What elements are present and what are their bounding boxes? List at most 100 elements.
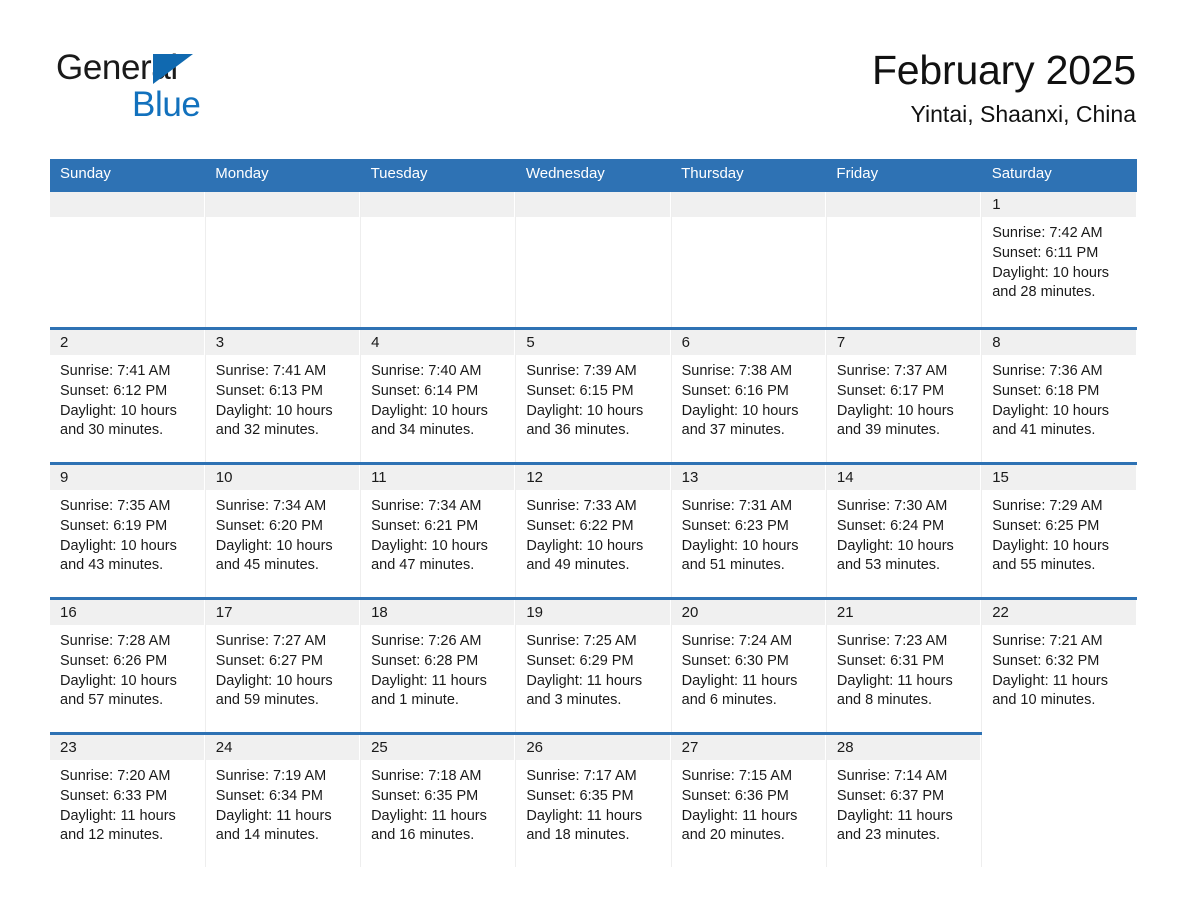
day-number: 10	[205, 465, 361, 490]
daylight-text: Daylight: 10 hours and 30 minutes.	[60, 402, 177, 439]
day-cell-20[interactable]: 20 Sunrise: 7:24 AM Sunset: 6:30 PM Dayligh…	[670, 597, 827, 734]
weekday-header-saturday: Saturday	[981, 159, 1137, 191]
daylight-text: Daylight: 10 hours and 51 minutes.	[681, 537, 799, 574]
sunset-text: Sunset: 6:23 PM	[681, 517, 789, 534]
day-cell-5[interactable]: 5 Sunrise: 7:39 AM Sunset: 6:15 PM Daylight…	[515, 327, 672, 464]
day-cell-15[interactable]: 15 Sunrise: 7:29 AM Sunset: 6:25 PM Dayligh…	[981, 462, 1137, 599]
day-cell-23[interactable]: 23 Sunrise: 7:20 AM Sunset: 6:33 PM Dayligh…	[50, 732, 206, 867]
sunrise-text: Sunrise: 7:24 AM	[681, 633, 793, 649]
day-number: 26	[516, 735, 671, 760]
day-cell-4[interactable]: 4 Sunrise: 7:40 AM Sunset: 6:14 PM Daylight…	[360, 327, 516, 464]
day-cell-17[interactable]: 17 Sunrise: 7:27 AM Sunset: 6:27 PM Dayligh…	[204, 597, 361, 734]
sunrise-text: Sunrise: 7:26 AM	[371, 633, 482, 649]
day-number: 25	[361, 735, 516, 760]
sunrise-text: Sunrise: 7:21 AM	[992, 633, 1103, 649]
day-number: 15	[982, 465, 1137, 490]
day-cell-empty	[204, 189, 361, 329]
day-cell-22[interactable]: 22 Sunrise: 7:21 AM Sunset: 6:32 PM Dayligh…	[981, 597, 1137, 734]
daylight-text: Daylight: 11 hours and 16 minutes.	[371, 807, 487, 844]
day-number	[516, 192, 671, 217]
day-number	[826, 192, 982, 217]
sunrise-text: Sunrise: 7:39 AM	[526, 363, 637, 379]
day-details: Sunrise: 7:28 AM Sunset: 6:26 PM Daylight:…	[50, 625, 205, 711]
daylight-text: Daylight: 10 hours and 45 minutes.	[215, 537, 333, 574]
daylight-text: Daylight: 10 hours and 36 minutes.	[526, 402, 644, 439]
sunrise-text: Sunrise: 7:25 AM	[526, 633, 637, 649]
sunrise-text: Sunrise: 7:31 AM	[681, 498, 793, 514]
sunset-text: Sunset: 6:21 PM	[371, 517, 479, 534]
sunset-text: Sunset: 6:34 PM	[215, 787, 323, 804]
day-details: Sunrise: 7:41 AM Sunset: 6:13 PM Daylight:…	[206, 355, 360, 441]
daylight-text: Daylight: 11 hours and 1 minute.	[371, 672, 487, 709]
day-details: Sunrise: 7:30 AM Sunset: 6:24 PM Daylight:…	[827, 490, 981, 576]
weekday-header-sunday: Sunday	[50, 159, 206, 191]
day-cell-13[interactable]: 13 Sunrise: 7:31 AM Sunset: 6:23 PM Dayligh…	[670, 462, 827, 599]
sunrise-text: Sunrise: 7:17 AM	[526, 768, 637, 784]
day-cell-7[interactable]: 7 Sunrise: 7:37 AM Sunset: 6:17 PM Daylight…	[825, 327, 982, 464]
sunrise-text: Sunrise: 7:34 AM	[215, 498, 327, 514]
day-number: 20	[671, 600, 826, 625]
day-details: Sunrise: 7:34 AM Sunset: 6:20 PM Daylight:…	[206, 490, 360, 576]
day-number	[205, 192, 361, 217]
day-cell-24[interactable]: 24 Sunrise: 7:19 AM Sunset: 6:34 PM Dayligh…	[204, 732, 361, 867]
sunrise-text: Sunrise: 7:40 AM	[371, 363, 482, 379]
day-cell-28[interactable]: 28 Sunrise: 7:14 AM Sunset: 6:37 PM Dayligh…	[825, 732, 982, 867]
sunset-text: Sunset: 6:19 PM	[60, 517, 168, 534]
day-number	[671, 192, 826, 217]
sunset-text: Sunset: 6:31 PM	[836, 652, 945, 669]
daylight-text: Daylight: 11 hours and 6 minutes.	[681, 672, 798, 709]
daylight-text: Daylight: 10 hours and 34 minutes.	[371, 402, 488, 439]
sunset-text: Sunset: 6:17 PM	[836, 382, 945, 399]
daylight-text: Daylight: 10 hours and 43 minutes.	[60, 537, 177, 574]
sunrise-text: Sunrise: 7:36 AM	[992, 363, 1103, 379]
day-cell-18[interactable]: 18 Sunrise: 7:26 AM Sunset: 6:28 PM Dayligh…	[360, 597, 516, 734]
day-cell-1[interactable]: 1 Sunrise: 7:42 AM Sunset: 6:11 PM Daylight…	[981, 189, 1137, 329]
sunset-text: Sunset: 6:20 PM	[215, 517, 323, 534]
logo-text-general: General	[56, 50, 200, 85]
day-cell-12[interactable]: 12 Sunrise: 7:33 AM Sunset: 6:22 PM Dayligh…	[515, 462, 672, 599]
title-block: February 2025 Yintai, Shaanxi, China	[872, 48, 1136, 128]
day-details: Sunrise: 7:19 AM Sunset: 6:34 PM Daylight:…	[206, 760, 360, 846]
day-details: Sunrise: 7:17 AM Sunset: 6:35 PM Daylight:…	[516, 760, 670, 846]
day-cell-2[interactable]: 2 Sunrise: 7:41 AM Sunset: 6:12 PM Daylight…	[50, 327, 206, 464]
day-cell-21[interactable]: 21 Sunrise: 7:23 AM Sunset: 6:31 PM Dayligh…	[825, 597, 982, 734]
day-cell-6[interactable]: 6 Sunrise: 7:38 AM Sunset: 6:16 PM Daylight…	[670, 327, 827, 464]
sunrise-text: Sunrise: 7:35 AM	[60, 498, 171, 514]
daylight-text: Daylight: 11 hours and 23 minutes.	[836, 807, 953, 844]
calendar-week-row: 2 Sunrise: 7:41 AM Sunset: 6:12 PM Daylight…	[50, 327, 1137, 464]
page-header: General Blue February 2025 Yintai, Shaan…	[0, 0, 1188, 127]
sunrise-text: Sunrise: 7:38 AM	[681, 363, 793, 379]
daylight-text: Daylight: 11 hours and 20 minutes.	[681, 807, 798, 844]
day-cell-16[interactable]: 16 Sunrise: 7:28 AM Sunset: 6:26 PM Dayligh…	[50, 597, 206, 734]
day-number: 23	[50, 735, 205, 760]
day-cell-9[interactable]: 9 Sunrise: 7:35 AM Sunset: 6:19 PM Daylight…	[50, 462, 206, 599]
day-cell-8[interactable]: 8 Sunrise: 7:36 AM Sunset: 6:18 PM Daylight…	[981, 327, 1137, 464]
sunset-text: Sunset: 6:35 PM	[526, 787, 634, 804]
calendar-week-row: 16 Sunrise: 7:28 AM Sunset: 6:26 PM Dayligh…	[50, 597, 1137, 734]
sunset-text: Sunset: 6:29 PM	[526, 652, 634, 669]
sunrise-text: Sunrise: 7:23 AM	[836, 633, 948, 649]
day-details: Sunrise: 7:18 AM Sunset: 6:35 PM Daylight:…	[361, 760, 515, 846]
sunrise-text: Sunrise: 7:27 AM	[215, 633, 327, 649]
page-subtitle: Yintai, Shaanxi, China	[910, 101, 1136, 128]
sunset-text: Sunset: 6:12 PM	[60, 382, 168, 399]
day-number: 5	[516, 330, 671, 355]
day-cell-11[interactable]: 11 Sunrise: 7:34 AM Sunset: 6:21 PM Dayligh…	[360, 462, 516, 599]
day-cell-26[interactable]: 26 Sunrise: 7:17 AM Sunset: 6:35 PM Dayligh…	[515, 732, 672, 867]
day-number	[361, 192, 516, 217]
day-details: Sunrise: 7:27 AM Sunset: 6:27 PM Daylight:…	[206, 625, 360, 711]
day-cell-blank	[981, 733, 1137, 867]
daylight-text: Daylight: 10 hours and 53 minutes.	[836, 537, 954, 574]
sunrise-text: Sunrise: 7:33 AM	[526, 498, 637, 514]
day-cell-19[interactable]: 19 Sunrise: 7:25 AM Sunset: 6:29 PM Dayligh…	[515, 597, 672, 734]
sunrise-text: Sunrise: 7:28 AM	[60, 633, 171, 649]
day-number: 27	[671, 735, 826, 760]
daylight-text: Daylight: 11 hours and 14 minutes.	[215, 807, 332, 844]
day-cell-25[interactable]: 25 Sunrise: 7:18 AM Sunset: 6:35 PM Dayligh…	[360, 732, 516, 867]
day-cell-14[interactable]: 14 Sunrise: 7:30 AM Sunset: 6:24 PM Dayligh…	[825, 462, 982, 599]
sunset-text: Sunset: 6:14 PM	[371, 382, 479, 399]
day-details: Sunrise: 7:23 AM Sunset: 6:31 PM Daylight:…	[827, 625, 981, 711]
day-cell-3[interactable]: 3 Sunrise: 7:41 AM Sunset: 6:13 PM Daylight…	[204, 327, 361, 464]
day-cell-27[interactable]: 27 Sunrise: 7:15 AM Sunset: 6:36 PM Dayligh…	[670, 732, 827, 867]
day-cell-10[interactable]: 10 Sunrise: 7:34 AM Sunset: 6:20 PM Dayligh…	[204, 462, 361, 599]
